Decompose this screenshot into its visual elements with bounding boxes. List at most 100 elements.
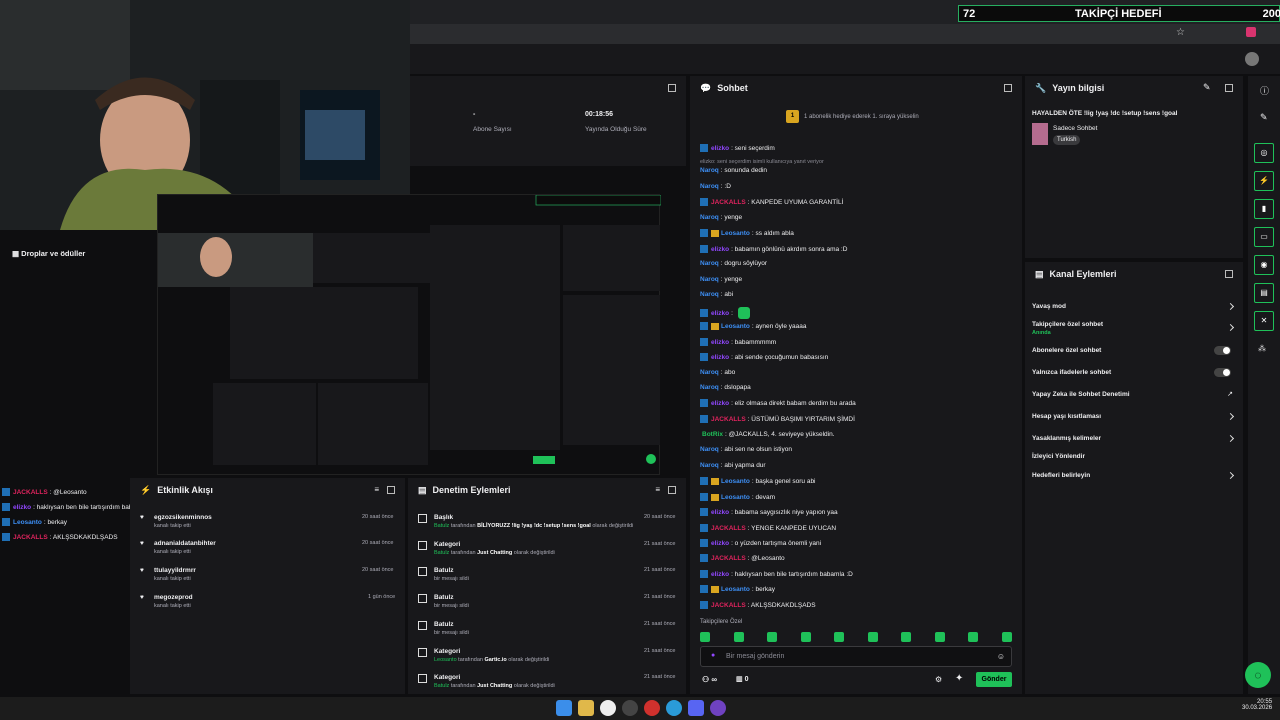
chat-input[interactable]: ● Bir mesaj gönderin ☺ [700,646,1012,667]
chat-username[interactable]: Naroq [700,384,719,391]
chat-username[interactable]: elizko [711,339,729,346]
action-emotes-only[interactable]: Yalnızca ifadelerle sohbet [1032,369,1111,376]
rail-button[interactable]: ◉ [1254,255,1274,275]
chat-username[interactable]: JACKALLS [711,555,746,562]
emote[interactable] [934,632,945,642]
chat-username[interactable]: Naroq [700,260,719,267]
chat-username[interactable]: Leosanto [721,323,750,330]
chat-username[interactable]: elizko [711,540,729,547]
rail-button[interactable]: ⚡ [1254,171,1274,191]
popout-icon[interactable] [387,486,395,494]
clock[interactable]: 20:55 30.03.2026 [1242,699,1272,711]
send-button[interactable]: Gönder [976,672,1012,687]
chevron-right-icon[interactable] [1226,323,1235,332]
start-icon[interactable] [556,700,572,716]
external-link-icon[interactable]: ↗ [1227,390,1233,398]
folder-icon[interactable] [578,700,594,716]
action-banned-words[interactable]: Yasaklanmış kelimeler [1032,435,1101,442]
chat-username[interactable]: elizko [711,509,729,516]
chat-username[interactable]: BotRix [702,431,723,438]
chat-username[interactable]: elizko [711,310,729,317]
more-icon[interactable]: ⁂ [1258,344,1266,353]
chat-username[interactable]: Naroq [700,167,719,174]
chevron-right-icon[interactable] [1226,434,1235,443]
star-icon[interactable]: ☆ [1176,27,1185,38]
toggle-emotes-only[interactable] [1214,368,1231,377]
action-account-age[interactable]: Hesap yaşı kısıtlaması [1032,413,1101,420]
edit-icon[interactable]: ✎ [1203,82,1211,93]
emote[interactable] [1001,632,1012,642]
chevron-right-icon[interactable] [1226,302,1235,311]
emote[interactable] [867,632,878,642]
chat-username[interactable]: Leosanto [721,586,750,593]
emoji-icon[interactable]: ☺ [997,652,1005,661]
action-raid[interactable]: İzleyici Yönlendir [1032,453,1085,460]
filter-icon[interactable]: ≡ [374,485,379,494]
mic-icon[interactable]: ● [711,652,715,659]
rail-button[interactable]: ▮ [1254,199,1274,219]
gift-counter[interactable]: ▥ 0 [736,675,748,683]
chat-username[interactable]: elizko [711,400,729,407]
action-goals[interactable]: Hedefleri belirleyin [1032,472,1090,479]
action-ai-moderation[interactable]: Yapay Zeka ile Sohbet Denetimi [1032,391,1130,398]
points-indicator[interactable]: ⚇ ∞ [702,675,717,684]
popout-icon[interactable] [1004,84,1012,92]
emote[interactable] [834,632,845,642]
chevron-right-icon[interactable] [1226,412,1235,421]
rail-button[interactable]: ◎ [1254,143,1274,163]
emote[interactable] [767,632,778,642]
category-name[interactable]: Sadece Sohbet [1053,125,1097,132]
toggle-subs-only[interactable] [1214,346,1231,355]
chat-username[interactable]: elizko [711,354,729,361]
popout-icon[interactable] [668,84,676,92]
rail-button[interactable]: ▭ [1254,227,1274,247]
chat-username[interactable]: elizko [711,145,729,152]
chat-username[interactable]: Leosanto [721,478,750,485]
chat-bubble-button[interactable]: ◌ [1245,662,1271,688]
chat-username[interactable]: elizko [711,571,729,578]
edge-icon[interactable] [666,700,682,716]
chrome-icon[interactable] [600,700,616,716]
chat-username[interactable]: Naroq [700,183,719,190]
app-icon[interactable] [622,700,638,716]
tag-chip[interactable]: Turkish [1053,135,1081,145]
emote[interactable] [901,632,912,642]
pencil-icon[interactable]: ✎ [1260,112,1268,123]
popout-icon[interactable] [1225,270,1233,278]
action-slow-mode[interactable]: Yavaş mod [1032,303,1066,310]
chat-username[interactable]: JACKALLS [711,416,746,423]
popout-icon[interactable] [1225,84,1233,92]
chat-username[interactable]: Leosanto [721,230,750,237]
obs-icon[interactable] [710,700,726,716]
rail-button[interactable]: ▤ [1254,283,1274,303]
chat-username[interactable]: Naroq [700,446,719,453]
sidebar-item-droplar[interactable]: ▦ Droplar ve ödüller [12,249,85,258]
chat-username[interactable]: Naroq [700,462,719,469]
action-followers-only[interactable]: Takipçilere özel sohbet [1032,321,1103,328]
gift-icon[interactable]: ✦ [955,673,963,684]
popout-icon[interactable] [668,486,676,494]
chat-username[interactable]: Naroq [700,369,719,376]
chat-username[interactable]: JACKALLS [711,525,746,532]
emote[interactable] [800,632,811,642]
opera-icon[interactable] [644,700,660,716]
discord-icon[interactable] [688,700,704,716]
leaderboard-banner[interactable]: 1 1 abonelik hediye ederek 1. sıraya yük… [786,110,919,123]
chat-username[interactable]: Naroq [700,291,719,298]
filter-icon[interactable]: ≡ [655,485,660,494]
emote[interactable] [733,632,744,642]
avatar[interactable] [1245,52,1259,66]
rail-button[interactable]: ✕ [1254,311,1274,331]
chat-username[interactable]: elizko [711,246,729,253]
chat-username[interactable]: JACKALLS [711,199,746,206]
profile-avatar[interactable] [1246,27,1256,37]
chat-username[interactable]: Naroq [700,276,719,283]
info-icon[interactable]: ⓘ [1260,84,1269,97]
chat-username[interactable]: Naroq [700,214,719,221]
settings-icon[interactable]: ⚙ [935,675,942,684]
emote[interactable] [700,632,710,642]
chat-username[interactable]: Leosanto [721,494,750,501]
chat-username[interactable]: JACKALLS [711,602,746,609]
chevron-right-icon[interactable] [1226,471,1235,480]
action-subs-only[interactable]: Abonelere özel sohbet [1032,347,1101,354]
